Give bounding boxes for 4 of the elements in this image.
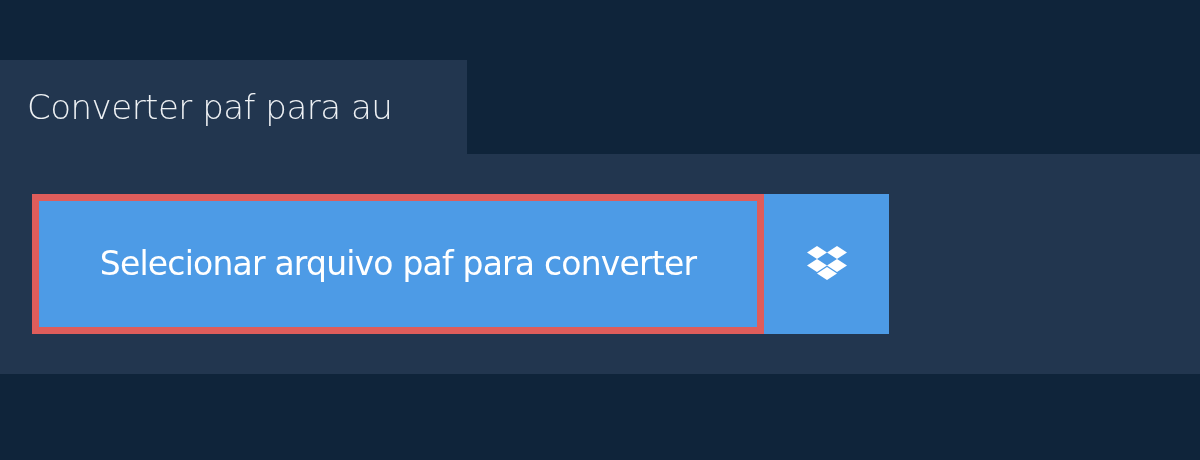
select-file-button[interactable]: Selecionar arquivo paf para converter [32, 194, 764, 334]
dropbox-button[interactable] [764, 194, 889, 334]
open-boxes-icon [805, 246, 848, 282]
page-title: Converter paf para au [27, 85, 393, 129]
